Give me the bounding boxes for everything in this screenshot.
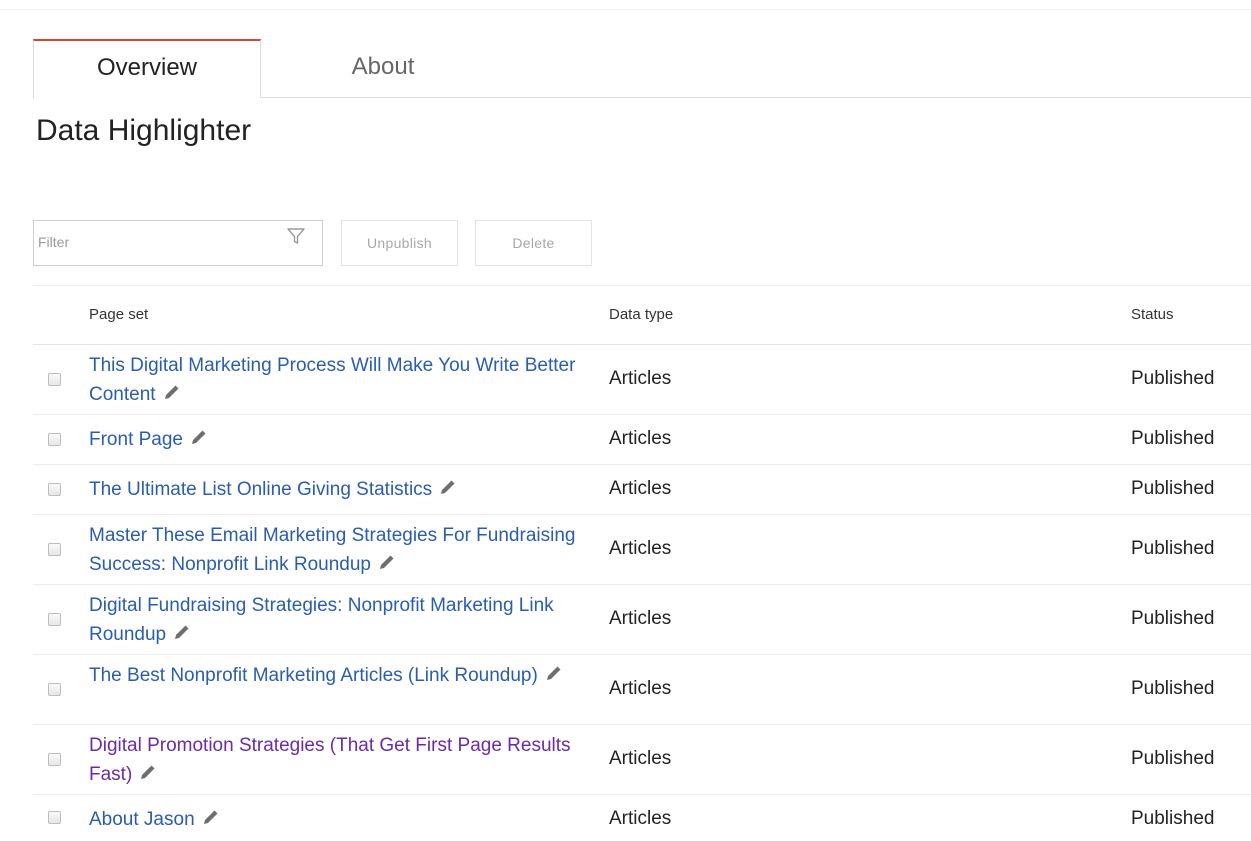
page-set-cell: Digital Promotion Strategies (That Get F…: [89, 731, 599, 789]
row-checkbox[interactable]: [48, 753, 61, 766]
page-set-cell: About Jason: [89, 805, 599, 834]
pencil-icon[interactable]: [162, 382, 182, 402]
pencil-icon[interactable]: [544, 663, 564, 683]
tab-about[interactable]: About: [283, 39, 483, 96]
data-type-cell: Articles: [609, 428, 672, 449]
data-type-cell: Articles: [609, 748, 672, 769]
page-set-cell: Digital Fundraising Strategies: Nonprofi…: [89, 591, 599, 649]
page-set-link[interactable]: About Jason: [89, 809, 195, 830]
row-checkbox[interactable]: [48, 543, 61, 556]
status-cell: Published: [1131, 678, 1215, 699]
table-row: This Digital Marketing Process Will Make…: [33, 345, 1251, 415]
table-row: Digital Promotion Strategies (That Get F…: [33, 725, 1251, 795]
data-type-cell: Articles: [609, 538, 672, 559]
row-checkbox[interactable]: [48, 683, 61, 696]
filter-funnel-icon[interactable]: [286, 226, 306, 246]
delete-button[interactable]: Delete: [475, 220, 592, 266]
page-set-cell: The Best Nonprofit Marketing Articles (L…: [89, 661, 599, 690]
status-cell: Published: [1131, 368, 1215, 389]
pencil-icon[interactable]: [377, 552, 397, 572]
table-row: The Ultimate List Online Giving Statisti…: [33, 465, 1251, 515]
column-header-status[interactable]: Status: [1131, 306, 1174, 323]
pencil-icon[interactable]: [201, 807, 221, 827]
page-set-cell: This Digital Marketing Process Will Make…: [89, 351, 599, 409]
row-checkbox[interactable]: [48, 373, 61, 386]
tab-overview[interactable]: Overview: [33, 39, 261, 98]
page-set-cell: Master These Email Marketing Strategies …: [89, 521, 599, 579]
status-cell: Published: [1131, 808, 1215, 829]
status-cell: Published: [1131, 478, 1215, 499]
row-checkbox[interactable]: [48, 483, 61, 496]
page-set-link[interactable]: The Ultimate List Online Giving Statisti…: [89, 479, 432, 500]
row-checkbox[interactable]: [48, 811, 61, 824]
status-cell: Published: [1131, 428, 1215, 449]
page-set-link[interactable]: Digital Promotion Strategies (That Get F…: [89, 735, 571, 785]
data-type-cell: Articles: [609, 368, 672, 389]
page-set-link[interactable]: The Best Nonprofit Marketing Articles (L…: [89, 665, 538, 686]
filter-box[interactable]: [33, 220, 323, 266]
unpublish-button[interactable]: Unpublish: [341, 220, 458, 266]
table-row: Master These Email Marketing Strategies …: [33, 515, 1251, 585]
pencil-icon[interactable]: [172, 622, 192, 642]
data-type-cell: Articles: [609, 478, 672, 499]
page-set-cell: The Ultimate List Online Giving Statisti…: [89, 475, 599, 504]
row-checkbox[interactable]: [48, 613, 61, 626]
filter-input[interactable]: [38, 231, 268, 253]
page-set-table: Page set Data type Status This Digital M…: [33, 285, 1251, 841]
page-set-link[interactable]: Front Page: [89, 429, 183, 450]
table-row: About Jason Articles Published: [33, 795, 1251, 841]
page-set-cell: Front Page: [89, 425, 599, 454]
pencil-icon[interactable]: [189, 427, 209, 447]
table-header: Page set Data type Status: [33, 285, 1251, 345]
column-header-data-type[interactable]: Data type: [609, 306, 673, 323]
table-row: Front Page Articles Published: [33, 415, 1251, 465]
data-type-cell: Articles: [609, 808, 672, 829]
data-type-cell: Articles: [609, 678, 672, 699]
status-cell: Published: [1131, 748, 1215, 769]
top-divider: [0, 9, 1251, 10]
column-header-page-set[interactable]: Page set: [89, 306, 148, 323]
status-cell: Published: [1131, 538, 1215, 559]
data-type-cell: Articles: [609, 608, 672, 629]
table-row: Digital Fundraising Strategies: Nonprofi…: [33, 585, 1251, 655]
page-set-link[interactable]: Master These Email Marketing Strategies …: [89, 525, 575, 575]
row-checkbox[interactable]: [48, 433, 61, 446]
page-title: Data Highlighter: [36, 114, 252, 147]
pencil-icon[interactable]: [438, 477, 458, 497]
tab-bar: Overview About: [33, 39, 1251, 98]
status-cell: Published: [1131, 608, 1215, 629]
page-set-link[interactable]: Digital Fundraising Strategies: Nonprofi…: [89, 595, 554, 645]
pencil-icon[interactable]: [138, 762, 158, 782]
table-row: The Best Nonprofit Marketing Articles (L…: [33, 655, 1251, 725]
